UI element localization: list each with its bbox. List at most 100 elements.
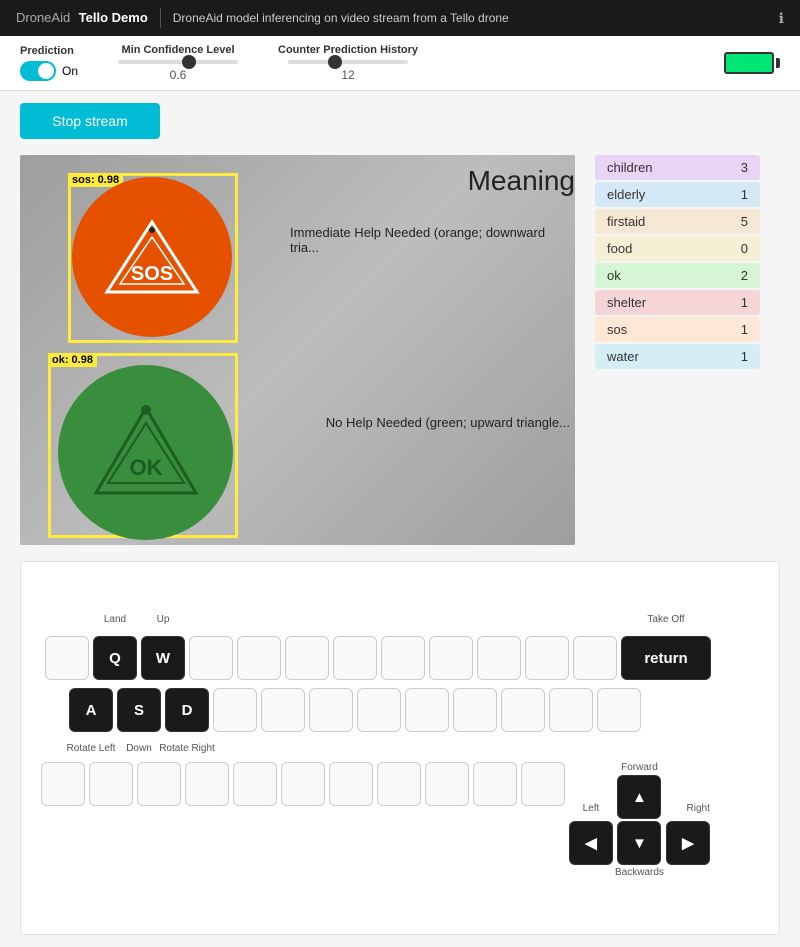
battery-body [724,52,774,74]
empty-r3-2 [89,762,133,806]
pred-name: food [607,241,632,256]
pred-name: children [607,160,653,175]
brand-droneaid: DroneAid [16,10,70,25]
prediction-row: shelter 1 [595,290,760,315]
left-key[interactable]: ◀ [569,821,613,865]
battery-tip [776,58,780,68]
d-key-wrapper: D Rotate Right [165,688,209,732]
main-content: Stop stream Meaning Immediate Help Neede… [0,91,800,947]
q-key[interactable]: Q [93,636,137,680]
empty-key-r7 [501,688,545,732]
empty-key-r5 [405,688,449,732]
pred-count: 5 [741,214,748,229]
return-key[interactable]: return [621,636,711,680]
pred-count: 1 [741,295,748,310]
keyboard-wrapper: Land Q Up W T [41,608,759,878]
prediction-toggle[interactable] [20,61,56,81]
confidence-slider[interactable] [118,60,238,64]
header: DroneAid Tello Demo DroneAid model infer… [0,0,800,36]
prediction-row: children 3 [595,155,760,180]
empty-key-1 [45,636,89,680]
controls-bar: Prediction On Min Confidence Level 0.6 C… [0,36,800,91]
empty-r3-8 [377,762,421,806]
pred-count: 3 [741,160,748,175]
a-key[interactable]: A [69,688,113,732]
video-prediction-row: Meaning Immediate Help Needed (orange; d… [20,155,780,545]
down-key[interactable]: ▼ [617,821,661,865]
svg-text:OK: OK [129,455,162,480]
empty-key-r3 [309,688,353,732]
prediction-row: water 1 [595,344,760,369]
left-key-wrapper: Left ◀ [569,821,613,878]
prediction-control: Prediction On [20,45,78,81]
arrow-cluster: Forward ▲ Left ◀ ▼ Backwards [569,762,710,878]
d-key[interactable]: D [165,688,209,732]
prediction-row: ok2 [595,263,760,288]
pred-name: water [607,349,639,364]
forward-key[interactable]: ▲ [617,775,661,819]
video-text-no-help: No Help Needed (green; upward triangle..… [326,415,570,430]
right-key-wrapper: Right ▶ [666,821,710,878]
w-key[interactable]: W [141,636,185,680]
pred-count: 1 [741,349,748,364]
right-key[interactable]: ▶ [666,821,710,865]
empty-r3-7 [329,762,373,806]
prediction-row: elderly 1 [595,182,760,207]
forward-key-wrapper: Forward ▲ [617,762,661,819]
app-name: Tello Demo [79,10,148,25]
return-key-wrapper: Take Off return [621,636,711,680]
empty-key-r9 [597,688,641,732]
empty-r3-1 [41,762,85,806]
stop-stream-button[interactable]: Stop stream [20,103,160,139]
pred-name: shelter [607,295,646,310]
lr-arrow-row: Left ◀ ▼ Backwards Right ▶ [569,821,710,878]
prediction-table: children3elderly1firstaid5food0ok2shelte… [595,155,760,369]
confidence-control: Min Confidence Level 0.6 [118,44,238,82]
counter-slider[interactable] [288,60,408,64]
pred-count: 1 [741,187,748,202]
brand-name: DroneAid Tello Demo [16,9,148,27]
empty-key-3 [237,636,281,680]
q-key-wrapper: Land Q [93,636,137,680]
pred-name: elderly [607,187,645,202]
empty-key-r8 [549,688,593,732]
down-label: Down [126,743,152,754]
land-label: Land [104,614,126,625]
empty-key-4 [285,636,329,680]
empty-r3-5 [233,762,277,806]
toggle-text: On [62,64,78,78]
empty-key-r6 [453,688,497,732]
empty-key-r4 [357,688,401,732]
empty-key-2 [189,636,233,680]
prediction-row: food0 [595,236,760,261]
sos-circle: SOS [72,177,232,337]
pred-name: sos [607,322,627,337]
empty-key-10 [573,636,617,680]
empty-key-5 [333,636,377,680]
s-key[interactable]: S [117,688,161,732]
video-background: Meaning Immediate Help Needed (orange; d… [20,155,575,545]
svg-text:SOS: SOS [131,263,173,285]
right-label-text: Right [687,803,710,814]
keyboard-area: Land Q Up W T [20,561,780,935]
prediction-row: firstaid 5 [595,209,760,234]
pred-name: firstaid [607,214,645,229]
down-key-wrapper: ▼ Backwards [615,821,664,878]
video-area: Meaning Immediate Help Needed (orange; d… [20,155,575,545]
ok-circle: OK [58,365,233,540]
prediction-label: Prediction [20,45,78,57]
counter-value: 12 [341,68,354,82]
empty-key-7 [429,636,473,680]
empty-r3-11 [521,762,565,806]
info-icon[interactable]: ℹ [779,10,784,27]
w-key-wrapper: Up W [141,636,185,680]
left-label-text: Left [583,803,600,814]
header-divider [160,8,161,28]
empty-r3-9 [425,762,469,806]
battery-indicator [724,52,780,74]
empty-key-9 [525,636,569,680]
pred-count: 1 [741,322,748,337]
header-description: DroneAid model inferencing on video stre… [173,11,509,25]
empty-key-8 [477,636,521,680]
rotate-right-label: Rotate Right [159,743,215,754]
